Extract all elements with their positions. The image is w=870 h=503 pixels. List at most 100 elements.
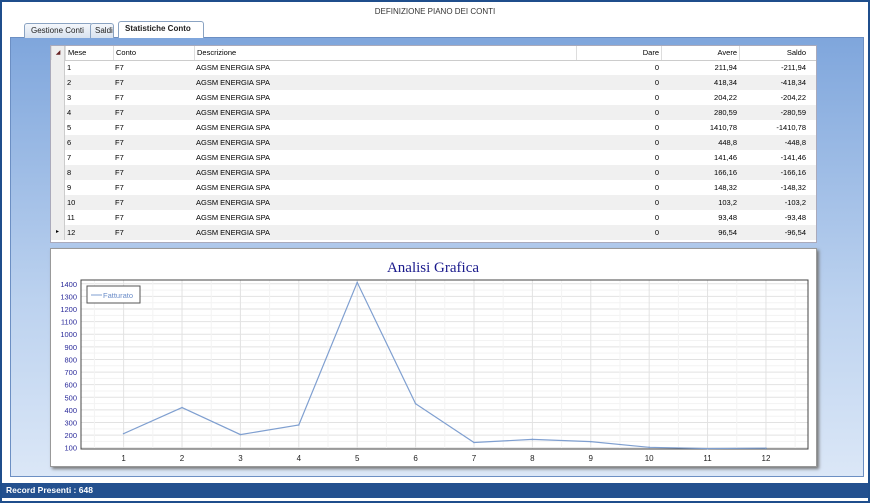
row-header[interactable] <box>51 75 65 90</box>
cell-avere[interactable]: 166,16 <box>661 165 739 180</box>
cell-conto[interactable]: F7 <box>113 180 194 195</box>
cell-saldo[interactable]: -96,54 <box>739 225 808 240</box>
row-header[interactable] <box>51 90 65 105</box>
row-header[interactable]: ▸ <box>51 225 65 240</box>
cell-conto[interactable]: F7 <box>113 195 194 210</box>
row-header[interactable] <box>51 165 65 180</box>
cell-desc[interactable]: AGSM ENERGIA SPA <box>194 90 576 105</box>
cell-dare[interactable]: 0 <box>576 105 661 120</box>
cell-mese[interactable]: 5 <box>65 120 113 135</box>
cell-mese[interactable]: 6 <box>65 135 113 150</box>
table-row[interactable]: 3 F7 AGSM ENERGIA SPA 0 204,22 -204,22 <box>51 90 816 105</box>
cell-saldo[interactable]: -166,16 <box>739 165 808 180</box>
tab-gestione-conti[interactable]: Gestione Conti <box>24 23 93 38</box>
cell-desc[interactable]: AGSM ENERGIA SPA <box>194 120 576 135</box>
table-row[interactable]: 5 F7 AGSM ENERGIA SPA 0 1410,78 -1410,78 <box>51 120 816 135</box>
cell-dare[interactable]: 0 <box>576 60 661 75</box>
cell-avere[interactable]: 448,8 <box>661 135 739 150</box>
cell-mese[interactable]: 7 <box>65 150 113 165</box>
cell-mese[interactable]: 10 <box>65 195 113 210</box>
row-header[interactable] <box>51 180 65 195</box>
table-row[interactable]: 7 F7 AGSM ENERGIA SPA 0 141,46 -141,46 <box>51 150 816 165</box>
col-avere[interactable]: Avere <box>661 46 739 60</box>
table-row[interactable]: 2 F7 AGSM ENERGIA SPA 0 418,34 -418,34 <box>51 75 816 90</box>
cell-mese[interactable]: 4 <box>65 105 113 120</box>
data-grid[interactable]: ◢ Mese Conto Descrizione Dare Avere Sald… <box>50 45 817 243</box>
table-row[interactable]: 1 F7 AGSM ENERGIA SPA 0 211,94 -211,94 <box>51 60 816 75</box>
col-dare[interactable]: Dare <box>576 46 661 60</box>
cell-mese[interactable]: 9 <box>65 180 113 195</box>
cell-conto[interactable]: F7 <box>113 135 194 150</box>
cell-avere[interactable]: 103,2 <box>661 195 739 210</box>
cell-desc[interactable]: AGSM ENERGIA SPA <box>194 165 576 180</box>
row-header[interactable] <box>51 150 65 165</box>
cell-desc[interactable]: AGSM ENERGIA SPA <box>194 135 576 150</box>
cell-saldo[interactable]: -211,94 <box>739 60 808 75</box>
cell-conto[interactable]: F7 <box>113 105 194 120</box>
cell-mese[interactable]: 3 <box>65 90 113 105</box>
cell-conto[interactable]: F7 <box>113 75 194 90</box>
table-row[interactable]: 8 F7 AGSM ENERGIA SPA 0 166,16 -166,16 <box>51 165 816 180</box>
row-header[interactable] <box>51 120 65 135</box>
cell-dare[interactable]: 0 <box>576 75 661 90</box>
row-header[interactable] <box>51 135 65 150</box>
cell-conto[interactable]: F7 <box>113 150 194 165</box>
cell-avere[interactable]: 204,22 <box>661 90 739 105</box>
tab-statistiche-conto[interactable]: Statistiche Conto <box>118 21 204 38</box>
col-saldo[interactable]: Saldo <box>739 46 808 60</box>
cell-saldo[interactable]: -148,32 <box>739 180 808 195</box>
cell-mese[interactable]: 2 <box>65 75 113 90</box>
cell-conto[interactable]: F7 <box>113 225 194 240</box>
cell-conto[interactable]: F7 <box>113 210 194 225</box>
row-header[interactable] <box>51 105 65 120</box>
col-descrizione[interactable]: Descrizione <box>194 46 576 60</box>
cell-avere[interactable]: 280,59 <box>661 105 739 120</box>
select-all-icon[interactable]: ◢ <box>51 46 65 60</box>
cell-dare[interactable]: 0 <box>576 150 661 165</box>
cell-mese[interactable]: 12 <box>65 225 113 240</box>
row-header[interactable] <box>51 210 65 225</box>
cell-avere[interactable]: 93,48 <box>661 210 739 225</box>
cell-mese[interactable]: 1 <box>65 60 113 75</box>
table-row[interactable]: 10 F7 AGSM ENERGIA SPA 0 103,2 -103,2 <box>51 195 816 210</box>
cell-avere[interactable]: 1410,78 <box>661 120 739 135</box>
cell-conto[interactable]: F7 <box>113 90 194 105</box>
cell-conto[interactable]: F7 <box>113 120 194 135</box>
cell-mese[interactable]: 11 <box>65 210 113 225</box>
row-header[interactable] <box>51 195 65 210</box>
cell-dare[interactable]: 0 <box>576 195 661 210</box>
table-row[interactable]: 9 F7 AGSM ENERGIA SPA 0 148,32 -148,32 <box>51 180 816 195</box>
tab-saldi[interactable]: Saldi <box>90 23 114 38</box>
cell-desc[interactable]: AGSM ENERGIA SPA <box>194 105 576 120</box>
cell-dare[interactable]: 0 <box>576 135 661 150</box>
cell-conto[interactable]: F7 <box>113 165 194 180</box>
cell-desc[interactable]: AGSM ENERGIA SPA <box>194 180 576 195</box>
cell-saldo[interactable]: -418,34 <box>739 75 808 90</box>
cell-saldo[interactable]: -204,22 <box>739 90 808 105</box>
cell-dare[interactable]: 0 <box>576 225 661 240</box>
cell-saldo[interactable]: -280,59 <box>739 105 808 120</box>
cell-dare[interactable]: 0 <box>576 90 661 105</box>
cell-desc[interactable]: AGSM ENERGIA SPA <box>194 195 576 210</box>
cell-desc[interactable]: AGSM ENERGIA SPA <box>194 60 576 75</box>
table-row[interactable]: ▸ 12 F7 AGSM ENERGIA SPA 0 96,54 -96,54 <box>51 225 816 240</box>
row-header[interactable] <box>51 60 65 75</box>
cell-dare[interactable]: 0 <box>576 210 661 225</box>
table-row[interactable]: 4 F7 AGSM ENERGIA SPA 0 280,59 -280,59 <box>51 105 816 120</box>
cell-saldo[interactable]: -103,2 <box>739 195 808 210</box>
cell-desc[interactable]: AGSM ENERGIA SPA <box>194 210 576 225</box>
cell-dare[interactable]: 0 <box>576 180 661 195</box>
cell-avere[interactable]: 211,94 <box>661 60 739 75</box>
cell-saldo[interactable]: -1410,78 <box>739 120 808 135</box>
cell-dare[interactable]: 0 <box>576 165 661 180</box>
cell-desc[interactable]: AGSM ENERGIA SPA <box>194 75 576 90</box>
cell-conto[interactable]: F7 <box>113 60 194 75</box>
cell-avere[interactable]: 418,34 <box>661 75 739 90</box>
cell-avere[interactable]: 96,54 <box>661 225 739 240</box>
col-mese[interactable]: Mese <box>65 46 113 60</box>
cell-desc[interactable]: AGSM ENERGIA SPA <box>194 225 576 240</box>
cell-saldo[interactable]: -93,48 <box>739 210 808 225</box>
cell-saldo[interactable]: -141,46 <box>739 150 808 165</box>
table-row[interactable]: 11 F7 AGSM ENERGIA SPA 0 93,48 -93,48 <box>51 210 816 225</box>
cell-avere[interactable]: 148,32 <box>661 180 739 195</box>
